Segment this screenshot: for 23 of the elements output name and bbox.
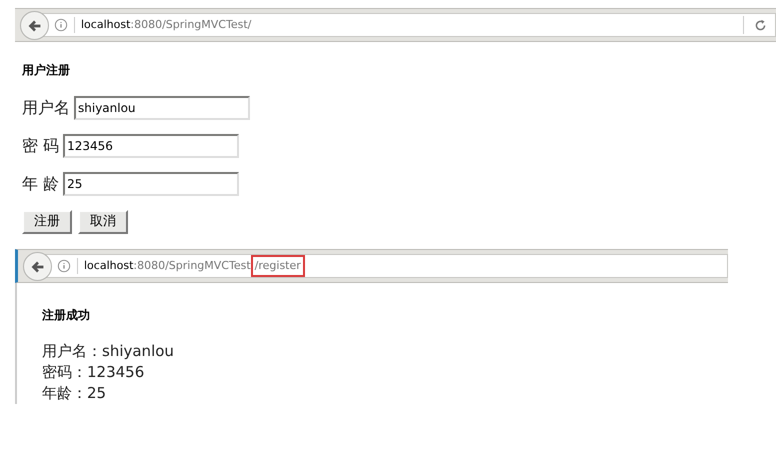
result-line: 年龄：25 bbox=[42, 383, 108, 404]
url-host: localhost bbox=[81, 16, 130, 33]
url-path: :8080/SpringMVCTest/ bbox=[130, 16, 252, 33]
input-field[interactable]: shiyanlou bbox=[74, 96, 250, 120]
page-heading: 用户注册 bbox=[22, 62, 71, 78]
back-button[interactable] bbox=[20, 11, 49, 40]
result-line: 用户名：shiyanlou bbox=[42, 341, 175, 362]
highlight-box: /register bbox=[250, 255, 305, 277]
back-button[interactable] bbox=[23, 252, 52, 281]
field-label: 用户名 bbox=[22, 97, 70, 119]
result-line: 密码：123456 bbox=[42, 362, 146, 383]
field-label: 年 龄 bbox=[22, 173, 60, 195]
form-button[interactable]: 取消 bbox=[78, 210, 128, 234]
info-icon[interactable] bbox=[57, 259, 71, 273]
form-button[interactable]: 注册 bbox=[22, 210, 72, 234]
input-field[interactable]: 123456 bbox=[63, 134, 240, 158]
field-label: 密 码 bbox=[22, 135, 60, 157]
url-path: :8080/SpringMVCTest bbox=[133, 258, 251, 274]
reload-icon[interactable] bbox=[754, 18, 767, 32]
page-heading: 注册成功 bbox=[42, 307, 91, 323]
input-field[interactable]: 25 bbox=[63, 172, 240, 196]
info-icon[interactable] bbox=[54, 18, 68, 32]
url-host: localhost bbox=[84, 258, 134, 274]
